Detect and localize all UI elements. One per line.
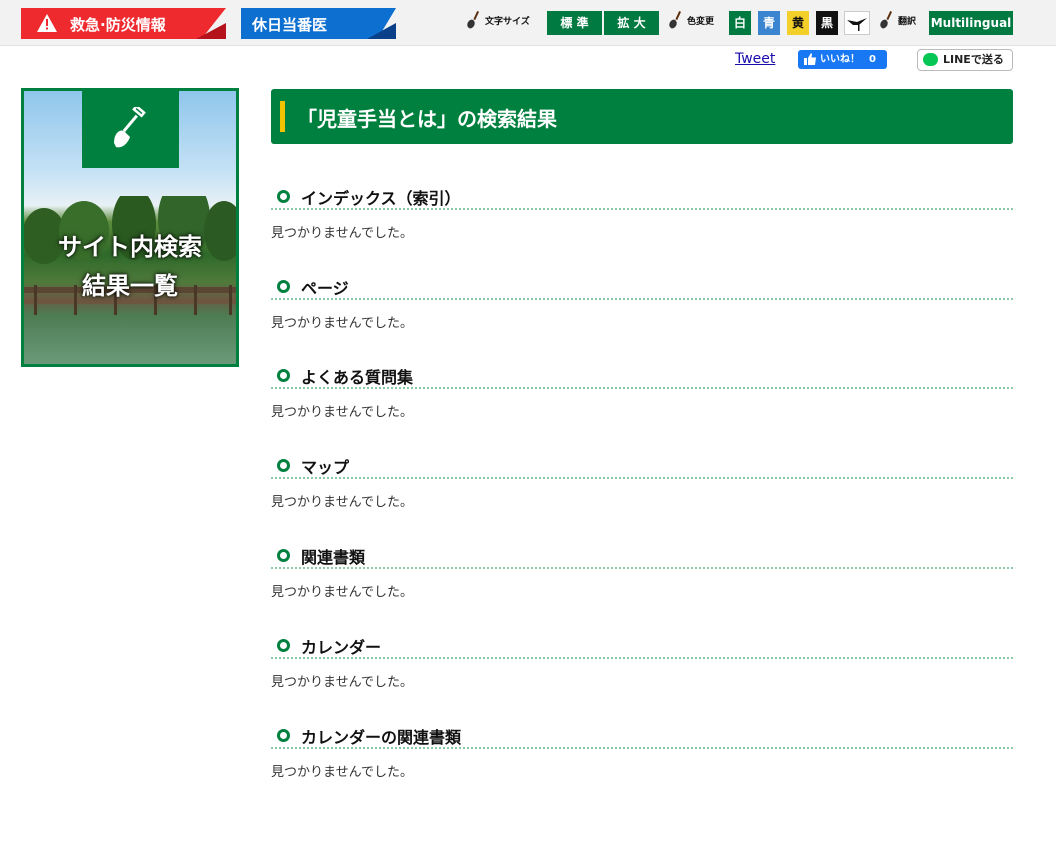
no-results-message: 見つかりませんでした。 (271, 495, 413, 510)
font-large-button[interactable]: 拡 大 (604, 11, 659, 35)
color-white-button[interactable]: 白 (729, 11, 751, 35)
banner-title-line1: サイト内検索 (58, 233, 202, 261)
section-heading-text: カレンダーの関連書類 (301, 728, 462, 747)
bullet-icon (277, 639, 290, 652)
title-accent-bar (280, 101, 285, 132)
section-heading: 関連書類 (271, 539, 1013, 569)
facebook-like-label: いいね！ (820, 54, 860, 65)
facebook-thumb-icon (804, 53, 816, 65)
bullet-icon (277, 459, 290, 472)
bullet-icon (277, 729, 290, 742)
shovel-icon (669, 11, 682, 29)
result-section-calendar-documents: カレンダーの関連書類 見つかりませんでした。 (271, 719, 1013, 780)
color-yellow-button[interactable]: 黄 (787, 11, 809, 35)
section-heading-text: マップ (301, 458, 350, 477)
holiday-doctor-button[interactable]: 休日当番医 (241, 8, 396, 39)
translate-label: 翻訳 (898, 17, 917, 27)
facebook-like-count: 0 (869, 54, 876, 65)
banner-title-line2: 結果一覧 (82, 272, 178, 300)
color-black-button[interactable]: 黒 (816, 11, 838, 35)
result-section-index: インデックス（索引） 見つかりませんでした。 (271, 180, 1013, 241)
line-share-button[interactable]: LINEで送る (917, 49, 1013, 71)
no-results-message: 見つかりませんでした。 (271, 316, 413, 331)
site-search-results-banner: サイト内検索 結果一覧 (21, 88, 239, 367)
warning-icon (37, 14, 57, 32)
no-results-message: 見つかりませんでした。 (271, 226, 413, 241)
section-heading: カレンダーの関連書類 (271, 719, 1013, 749)
section-heading: よくある質問集 (271, 359, 1013, 389)
result-section-faq: よくある質問集 見つかりませんでした。 (271, 359, 1013, 420)
line-share-label: LINEで送る (943, 53, 1004, 66)
bullet-icon (277, 369, 290, 382)
section-heading-text: ページ (301, 279, 349, 298)
tweet-link[interactable]: Tweet (735, 51, 775, 67)
result-section-calendar: カレンダー 見つかりませんでした。 (271, 629, 1013, 690)
emergency-info-button[interactable]: 救急·防災情報 (21, 8, 226, 39)
section-heading-text: よくある質問集 (301, 368, 414, 387)
section-heading-text: 関連書類 (301, 548, 366, 567)
section-heading: カレンダー (271, 629, 1013, 659)
emergency-info-label: 救急·防災情報 (70, 16, 166, 34)
section-heading: インデックス（索引） (271, 180, 1013, 210)
font-size-label: 文字サイズ (485, 17, 530, 27)
shovel-icon (467, 11, 480, 29)
page-title: 「児童手当とは」の検索結果 (297, 107, 557, 131)
line-icon (923, 53, 938, 66)
banner-icon-pad (82, 91, 179, 168)
bullet-icon (277, 280, 290, 293)
search-results-title-bar: 「児童手当とは」の検索結果 (271, 89, 1013, 144)
section-heading: マップ (271, 449, 1013, 479)
holiday-doctor-label: 休日当番医 (252, 16, 328, 34)
section-heading-text: インデックス（索引） (301, 189, 461, 208)
bullet-icon (277, 190, 290, 203)
no-results-message: 見つかりませんでした。 (271, 585, 413, 600)
color-change-label: 色変更 (687, 17, 715, 27)
no-results-message: 見つかりませんでした。 (271, 675, 413, 690)
no-results-message: 見つかりませんでした。 (271, 765, 413, 780)
result-section-map: マップ 見つかりませんでした。 (271, 449, 1013, 510)
multilingual-button[interactable]: Multilingual (929, 11, 1013, 35)
bird-icon (844, 11, 870, 35)
facebook-like-button[interactable]: いいね！ 0 (798, 50, 887, 69)
shovel-icon (114, 107, 146, 148)
font-standard-button[interactable]: 標 準 (547, 11, 602, 35)
bullet-icon (277, 549, 290, 562)
section-heading: ページ (271, 270, 1013, 300)
result-section-documents: 関連書類 見つかりませんでした。 (271, 539, 1013, 600)
color-blue-button[interactable]: 青 (758, 11, 780, 35)
result-section-page: ページ 見つかりませんでした。 (271, 270, 1013, 331)
section-heading-text: カレンダー (301, 638, 382, 657)
shovel-icon (880, 11, 893, 29)
top-bar: 救急·防災情報 休日当番医 文字サイズ 標 準 拡 大 色変更 白 青 黄 黒 … (0, 0, 1056, 46)
no-results-message: 見つかりませんでした。 (271, 405, 413, 420)
